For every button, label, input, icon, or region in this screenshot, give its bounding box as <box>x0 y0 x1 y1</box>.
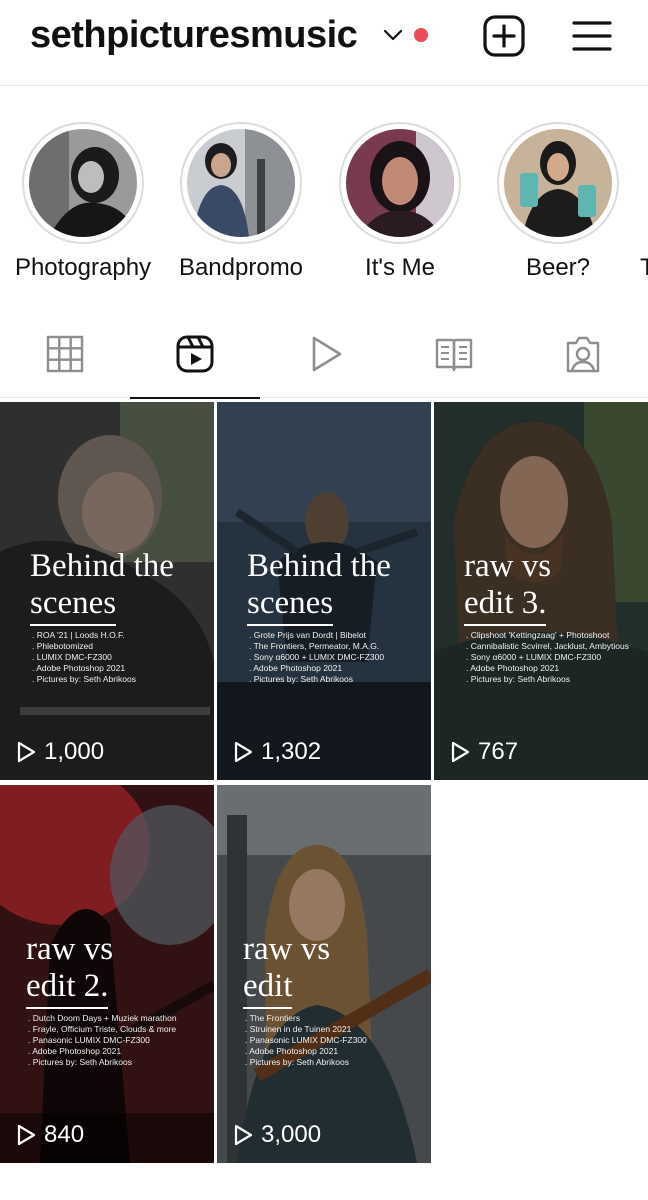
reel-thumbnail[interactable]: Behind the scenes . ROA '21 | Loods H.O.… <box>0 402 214 780</box>
play-icon <box>451 741 470 763</box>
highlight-ring <box>180 122 302 244</box>
highlight-label: Photography <box>14 254 152 281</box>
reel-caption: . The Frontiers . Struinen in de Tuinen … <box>245 1013 367 1067</box>
profile-username[interactable]: sethpicturesmusic <box>30 14 358 57</box>
tab-guides[interactable] <box>389 310 519 398</box>
tab-videos[interactable] <box>260 310 390 398</box>
highlight-cover-image <box>504 129 612 237</box>
reel-title: raw vs edit <box>243 931 423 1009</box>
reels-icon <box>176 335 214 373</box>
highlight-bandpromo[interactable]: Bandpromo <box>161 122 321 290</box>
reel-thumbnail[interactable]: raw vs edit 2. . Dutch Doom Days + Muzie… <box>0 785 214 1163</box>
reel-caption: . ROA '21 | Loods H.O.F. . Phlebotomized… <box>32 630 136 684</box>
reel-view-count: 1,000 <box>16 737 104 767</box>
tab-reels[interactable] <box>130 310 260 399</box>
play-icon <box>17 741 36 763</box>
story-highlights: Photography Bandpromo It's Me Beer? T <box>0 100 648 290</box>
chevron-down-icon[interactable] <box>382 26 404 44</box>
reel-title: Behind the scenes <box>247 548 427 626</box>
highlight-photography[interactable]: Photography <box>3 122 163 290</box>
highlight-ring <box>22 122 144 244</box>
highlight-label: Bandpromo <box>178 254 304 281</box>
highlight-ring <box>497 122 619 244</box>
reel-thumbnail[interactable]: Behind the scenes . Grote Prijs van Dord… <box>217 402 431 780</box>
highlight-cover-image <box>187 129 295 237</box>
reel-caption: . Grote Prijs van Dordt | Bibelot . The … <box>249 630 385 684</box>
highlight-ring <box>339 122 461 244</box>
highlight-partial[interactable]: T <box>636 122 648 290</box>
highlight-label: It's Me <box>365 254 435 281</box>
grid-icon <box>46 335 84 373</box>
highlight-its-me[interactable]: It's Me <box>320 122 480 290</box>
profile-header: sethpicturesmusic <box>0 0 648 86</box>
play-icon <box>234 741 253 763</box>
reel-title: raw vs edit 3. <box>464 548 644 626</box>
reel-thumbnail[interactable]: raw vs edit . The Frontiers . Struinen i… <box>217 785 431 1163</box>
play-icon <box>234 1124 253 1146</box>
reel-title: raw vs edit 2. <box>26 931 206 1009</box>
reel-view-count: 1,302 <box>233 737 321 767</box>
highlight-cover-image <box>346 129 454 237</box>
reel-thumbnail[interactable]: raw vs edit 3. . Clipshoot 'Kettingzaag'… <box>434 402 648 780</box>
menu-hamburger-icon[interactable] <box>570 14 614 58</box>
highlight-cover-image <box>29 129 137 237</box>
reel-title: Behind the scenes <box>30 548 210 626</box>
reel-view-count: 767 <box>450 737 518 767</box>
highlight-label: T <box>640 254 648 281</box>
tab-posts-grid[interactable] <box>0 310 130 398</box>
guides-icon <box>435 338 473 372</box>
reel-caption: . Dutch Doom Days + Muziek marathon . Fr… <box>28 1013 177 1067</box>
reel-view-count: 3,000 <box>233 1120 321 1150</box>
reel-caption: . Clipshoot 'Kettingzaag' + Photoshoot .… <box>466 630 629 684</box>
highlight-label: Beer? <box>525 254 591 281</box>
video-play-icon <box>312 336 342 372</box>
highlight-beer[interactable]: Beer? <box>478 122 638 290</box>
reel-view-count: 840 <box>16 1120 84 1150</box>
tagged-icon <box>566 336 600 373</box>
play-icon <box>17 1124 36 1146</box>
notification-dot <box>414 28 428 42</box>
profile-tabs <box>0 310 648 399</box>
new-post-button[interactable] <box>482 14 526 58</box>
tab-tagged[interactable] <box>518 310 648 398</box>
